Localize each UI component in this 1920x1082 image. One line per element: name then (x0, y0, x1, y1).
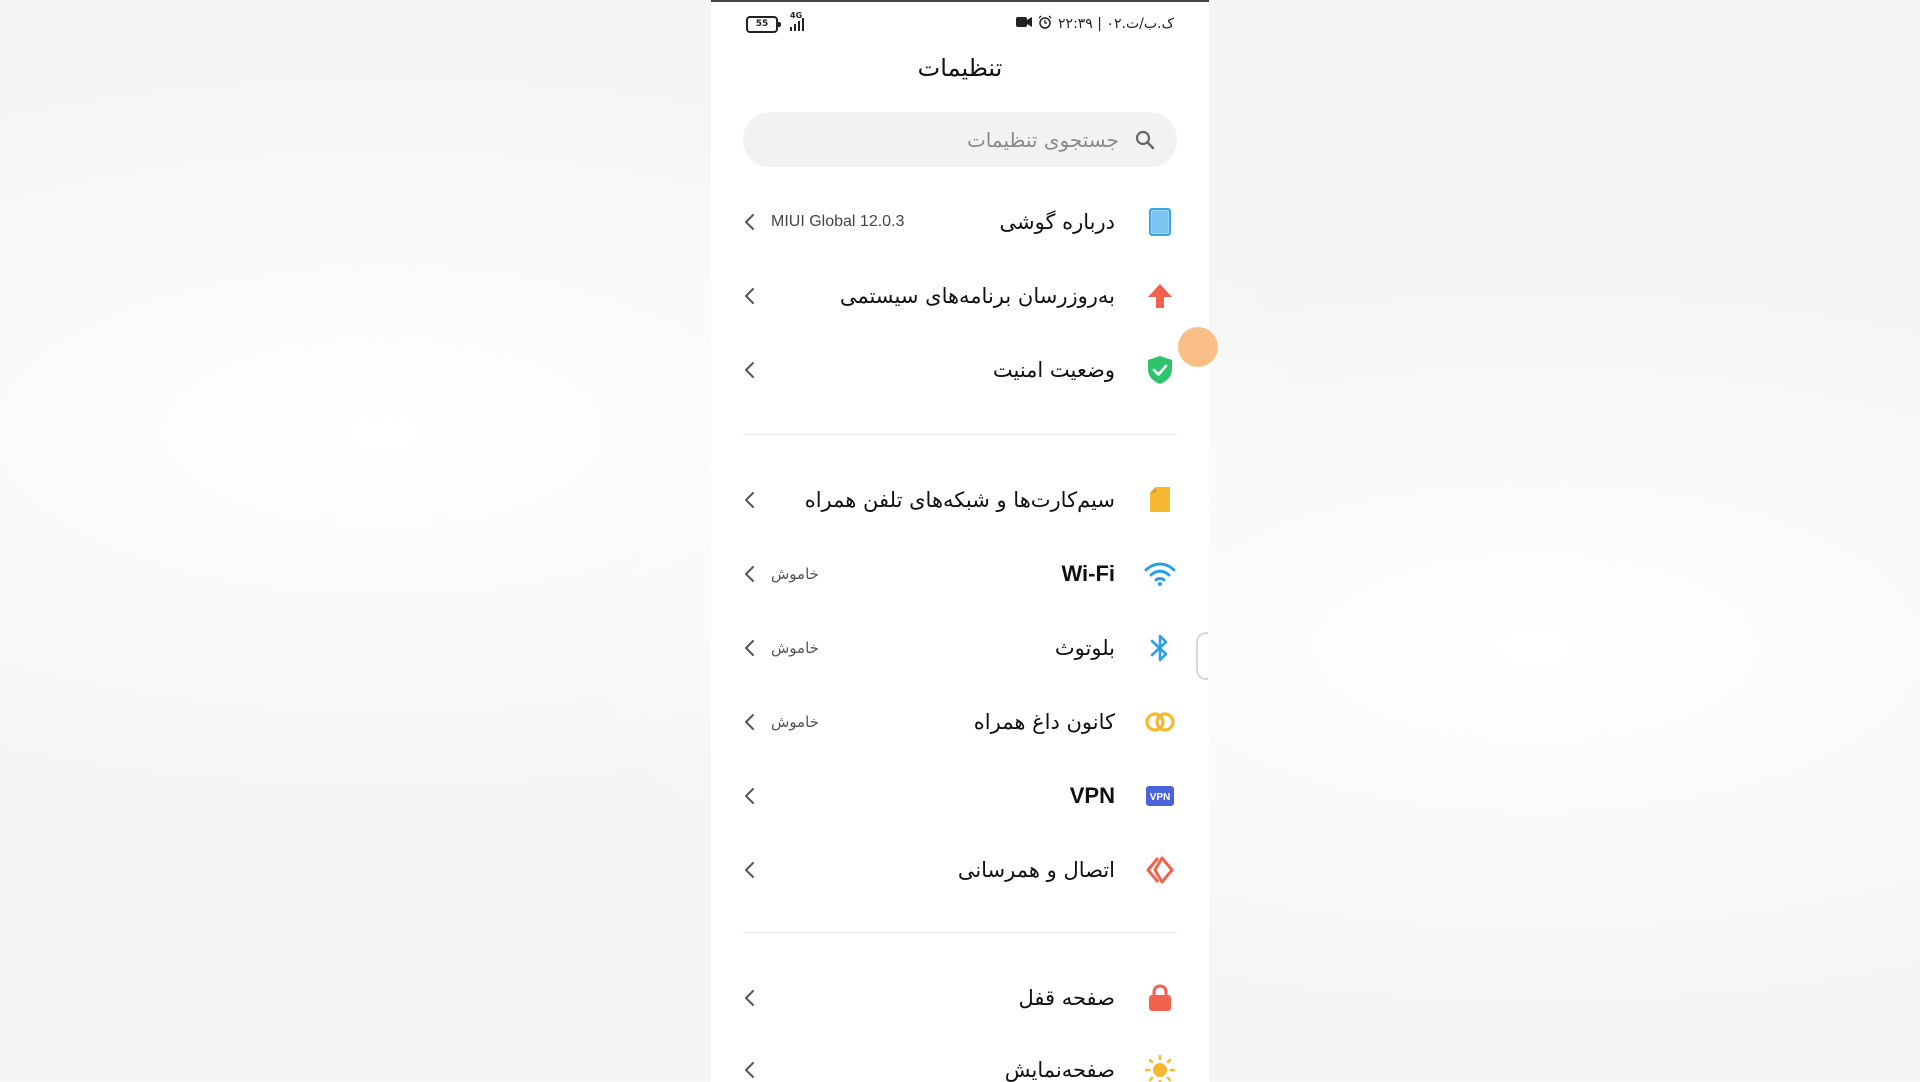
settings-item-label: به‌روزرسان برنامه‌های سیستمی (839, 284, 1115, 308)
chevron-left-icon (745, 566, 754, 582)
settings-item-label: VPN (1069, 783, 1115, 808)
settings-item-value: خاموش (771, 713, 819, 731)
battery-level: 55 (755, 18, 769, 29)
settings-item-label: Wi-Fi (1061, 561, 1115, 586)
chevron-left-icon (745, 214, 754, 230)
vpn-icon: VPN (1143, 779, 1177, 813)
sim-card-icon (1143, 483, 1177, 517)
status-right: ۲۲:۳۹ | ۰۲.ک.ب/ت (1016, 15, 1174, 33)
chevron-left-icon (745, 714, 754, 730)
settings-item-display[interactable]: صفحه‌نمایش (743, 1040, 1177, 1082)
arrow-up-icon (1143, 279, 1177, 313)
phone-screen: 55 4G ۲۲:۳۹ | ۰۲.ک.ب/ت تنظیمات جستجوی تن… (711, 0, 1209, 1082)
chevron-left-icon (745, 788, 754, 804)
wifi-icon (1143, 557, 1177, 591)
settings-item-connection-sharing[interactable]: اتصال و همرسانی (743, 840, 1177, 900)
settings-item-label: اتصال و همرسانی (957, 858, 1115, 882)
settings-item-sim-cards[interactable]: سیم‌کارت‌ها و شبکه‌های تلفن همراه (743, 470, 1177, 530)
settings-item-value: خاموش (771, 565, 819, 583)
section-divider (743, 932, 1177, 933)
settings-item-security-status[interactable]: وضعیت امنیت (743, 340, 1177, 400)
svg-text:VPN: VPN (1150, 792, 1171, 803)
status-time-date: ۲۲:۳۹ | ۰۲.ک.ب/ت (1058, 16, 1174, 32)
chevron-left-icon (745, 1062, 754, 1078)
status-bar: 55 4G ۲۲:۳۹ | ۰۲.ک.ب/ت (711, 10, 1209, 38)
phone-icon (1143, 205, 1177, 239)
settings-item-value: MIUI Global 12.0.3 (771, 213, 905, 230)
settings-item-label: صفحه قفل (1018, 986, 1115, 1010)
sun-icon (1143, 1053, 1177, 1082)
chevron-left-icon (745, 640, 754, 656)
section-divider (743, 434, 1177, 435)
chevron-left-icon (745, 990, 754, 1006)
settings-item-label: درباره گوشی (999, 210, 1116, 234)
chevron-left-icon (745, 362, 754, 378)
edge-swipe-handle[interactable] (1196, 632, 1208, 680)
hotspot-icon (1143, 705, 1177, 739)
alarm-icon (1038, 15, 1052, 33)
settings-item-lock-screen[interactable]: صفحه قفل (743, 968, 1177, 1028)
connection-sharing-icon (1143, 853, 1177, 887)
settings-item-system-updater[interactable]: به‌روزرسان برنامه‌های سیستمی (743, 266, 1177, 326)
settings-item-vpn[interactable]: VPN VPN (743, 766, 1177, 826)
video-camera-icon (1016, 16, 1033, 32)
settings-item-label: کانون داغ همراه (973, 710, 1115, 734)
settings-item-hotspot[interactable]: کانون داغ همراه خاموش (743, 692, 1177, 752)
search-placeholder: جستجوی تنظیمات (966, 127, 1119, 152)
settings-item-bluetooth[interactable]: بلوتوث خاموش (743, 618, 1177, 678)
settings-item-label: صفحه‌نمایش (1004, 1058, 1115, 1082)
search-icon (1135, 130, 1155, 149)
settings-item-wifi[interactable]: Wi-Fi خاموش (743, 544, 1177, 604)
page-title: تنظیمات (917, 54, 1003, 82)
settings-item-value: خاموش (771, 639, 819, 657)
battery-icon: 55 (746, 15, 781, 33)
settings-item-label: سیم‌کارت‌ها و شبکه‌های تلفن همراه (804, 488, 1115, 512)
lock-icon (1143, 981, 1177, 1015)
signal-icon: 4G (790, 11, 804, 31)
status-left: 55 4G (746, 11, 804, 33)
settings-item-about-phone[interactable]: درباره گوشی MIUI Global 12.0.3 (743, 192, 1177, 252)
chevron-left-icon (745, 492, 754, 508)
network-type: 4G (790, 11, 803, 20)
shield-check-icon (1143, 353, 1177, 387)
bluetooth-icon (1143, 631, 1177, 665)
quick-ball-button[interactable] (1178, 327, 1218, 367)
search-bar[interactable]: جستجوی تنظیمات (743, 112, 1177, 167)
settings-item-label: بلوتوث (1054, 636, 1115, 660)
chevron-left-icon (745, 862, 754, 878)
chevron-left-icon (745, 288, 754, 304)
settings-item-label: وضعیت امنیت (992, 358, 1115, 382)
